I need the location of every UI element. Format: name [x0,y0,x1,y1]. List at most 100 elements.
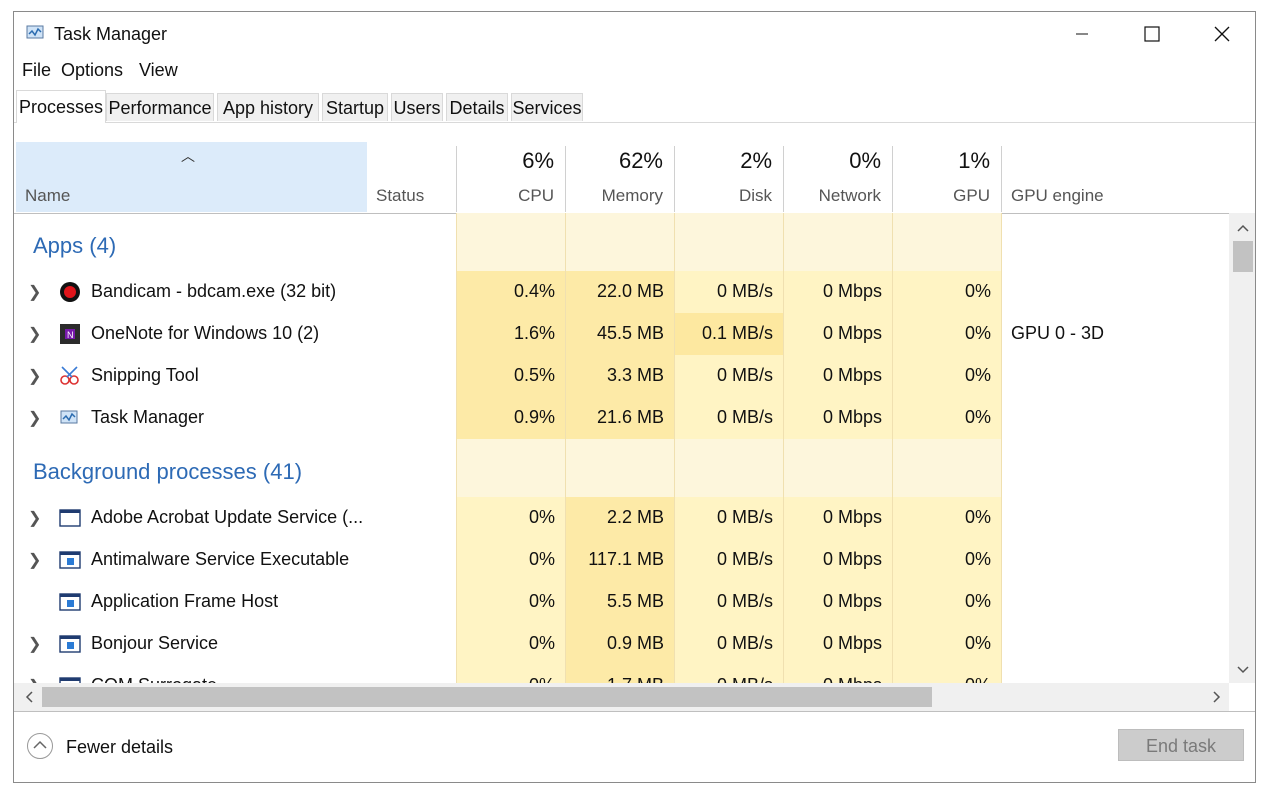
process-row[interactable]: ❯ Task Manager 0.9% 21.6 MB 0 MB/s 0 Mbp… [14,397,1229,439]
bandicam-icon [60,282,80,302]
service-icon [59,635,81,653]
tab-app-history[interactable]: App history [217,93,319,121]
process-row[interactable]: ❯ Bonjour Service 0% 0.9 MB 0 MB/s 0 Mbp… [14,623,1229,665]
column-status-label[interactable]: Status [376,186,424,206]
menu-view[interactable]: View [139,60,178,81]
memory-value: 117.1 MB [588,549,664,569]
memory-value: 21.6 MB [596,407,664,427]
gpu-value: 0% [964,407,991,427]
column-memory-label[interactable]: Memory [565,186,663,206]
tab-details[interactable]: Details [446,93,508,121]
network-value: 0 Mbps [822,365,882,385]
column-disk-label[interactable]: Disk [674,186,772,206]
cpu-value: 0% [528,549,555,569]
cpu-value: 0.5% [513,365,555,385]
process-list: Apps (4) ❯ Bandicam - bdcam.exe (32 bit)… [14,213,1229,683]
minimize-button[interactable] [1047,12,1117,56]
chevron-up-circle-icon[interactable] [27,733,53,759]
process-row[interactable]: ❯ Bandicam - bdcam.exe (32 bit) 0.4% 22.… [14,271,1229,313]
task-manager-window: Task Manager File Options View Processes… [13,11,1256,783]
expand-chevron-icon[interactable]: ❯ [28,366,41,386]
scroll-right-icon[interactable] [1212,691,1222,703]
service-icon [59,551,81,569]
gpu-value: 0% [964,323,991,343]
column-header: ︿ Name Status 6% CPU 62% Memory 2% Disk … [14,142,1255,214]
gpu-value: 0% [964,507,991,527]
gpu-engine-value: GPU 0 - 3D [1011,323,1105,343]
column-gpu-label[interactable]: GPU [892,186,990,206]
memory-value: 3.3 MB [606,365,664,385]
column-network-label[interactable]: Network [783,186,881,206]
process-row[interactable]: ❯ Adobe Acrobat Update Service (... 0% 2… [14,497,1229,539]
fewer-details-link[interactable]: Fewer details [66,737,173,758]
process-name: Application Frame Host [91,591,279,611]
network-value: 0 Mbps [822,323,882,343]
expand-chevron-icon[interactable]: ❯ [28,408,41,428]
tab-bar: Processes Performance App history Startu… [14,90,1255,123]
expand-chevron-icon[interactable]: ❯ [28,550,41,570]
cpu-total: 6% [522,148,554,173]
footer: Fewer details End task [14,711,1255,782]
disk-value: 0 MB/s [716,591,773,611]
scroll-left-icon[interactable] [24,691,34,703]
snipping-tool-icon [60,366,79,385]
service-icon [59,593,81,611]
disk-value: 0 MB/s [675,675,773,683]
cpu-value: 1.6% [513,323,555,343]
disk-value: 0 MB/s [716,549,773,569]
vertical-scrollbar[interactable] [1229,213,1255,683]
maximize-button[interactable] [1117,12,1187,56]
cpu-value: 0.4% [513,281,555,301]
scroll-up-icon[interactable] [1237,223,1249,233]
group-header-fill [457,439,1001,497]
scroll-down-icon[interactable] [1237,665,1249,675]
tab-users[interactable]: Users [391,93,443,121]
process-row[interactable]: ❯ Antimalware Service Executable 0% 117.… [14,539,1229,581]
disk-value: 0 MB/s [716,507,773,527]
menu-file[interactable]: File [22,60,51,81]
process-row[interactable]: ❯ Snipping Tool 0.5% 3.3 MB 0 MB/s 0 Mbp… [14,355,1229,397]
process-name: Bonjour Service [91,633,219,653]
task-manager-icon [26,24,46,42]
menu-options[interactable]: Options [61,60,123,81]
process-row[interactable]: ❯ N OneNote for Windows 10 (2) 1.6% 45.5… [14,313,1229,355]
process-name: COM Surrogate [91,675,217,683]
memory-value: 1.7 MB [566,675,664,683]
window-icon [59,509,81,527]
expand-chevron-icon[interactable]: ❯ [28,676,41,683]
memory-value: 45.5 MB [596,323,664,343]
horizontal-scrollbar[interactable] [14,683,1229,711]
expand-chevron-icon[interactable]: ❯ [28,634,41,654]
network-value: 0 Mbps [822,281,882,301]
column-cpu-label[interactable]: CPU [456,186,554,206]
disk-value: 0.1 MB/s [701,323,773,343]
tab-performance[interactable]: Performance [106,93,214,121]
svg-text:N: N [67,330,74,340]
process-name: Adobe Acrobat Update Service (... [91,507,364,527]
column-gpu-engine-label[interactable]: GPU engine [1011,186,1104,206]
disk-value: 0 MB/s [716,365,773,385]
disk-total: 2% [740,148,772,173]
process-row[interactable]: Application Frame Host 0% 5.5 MB 0 MB/s … [14,581,1229,623]
expand-chevron-icon[interactable]: ❯ [28,324,41,344]
gpu-value: 0% [964,365,991,385]
expand-chevron-icon[interactable]: ❯ [28,282,41,302]
process-name: Antimalware Service Executable [91,549,350,569]
memory-value: 2.2 MB [606,507,664,527]
expand-chevron-icon[interactable]: ❯ [28,508,41,528]
process-row[interactable]: ❯ COM Surrogate 0% 1.7 MB 0 MB/s 0 Mbps … [14,665,1229,683]
close-button[interactable] [1187,12,1255,56]
vertical-scroll-thumb[interactable] [1233,241,1253,272]
cpu-value: 0% [528,507,555,527]
tab-services[interactable]: Services [511,93,583,121]
horizontal-scroll-thumb[interactable] [42,687,932,707]
group-header-fill [457,213,1001,271]
column-name[interactable]: ︿ Name [16,142,367,212]
column-separator[interactable] [1001,146,1002,212]
title-bar[interactable]: Task Manager [14,12,1255,56]
tab-startup[interactable]: Startup [322,93,388,121]
disk-value: 0 MB/s [716,281,773,301]
network-value: 0 Mbps [822,591,882,611]
tab-processes[interactable]: Processes [16,90,106,123]
end-task-button[interactable]: End task [1118,729,1244,761]
